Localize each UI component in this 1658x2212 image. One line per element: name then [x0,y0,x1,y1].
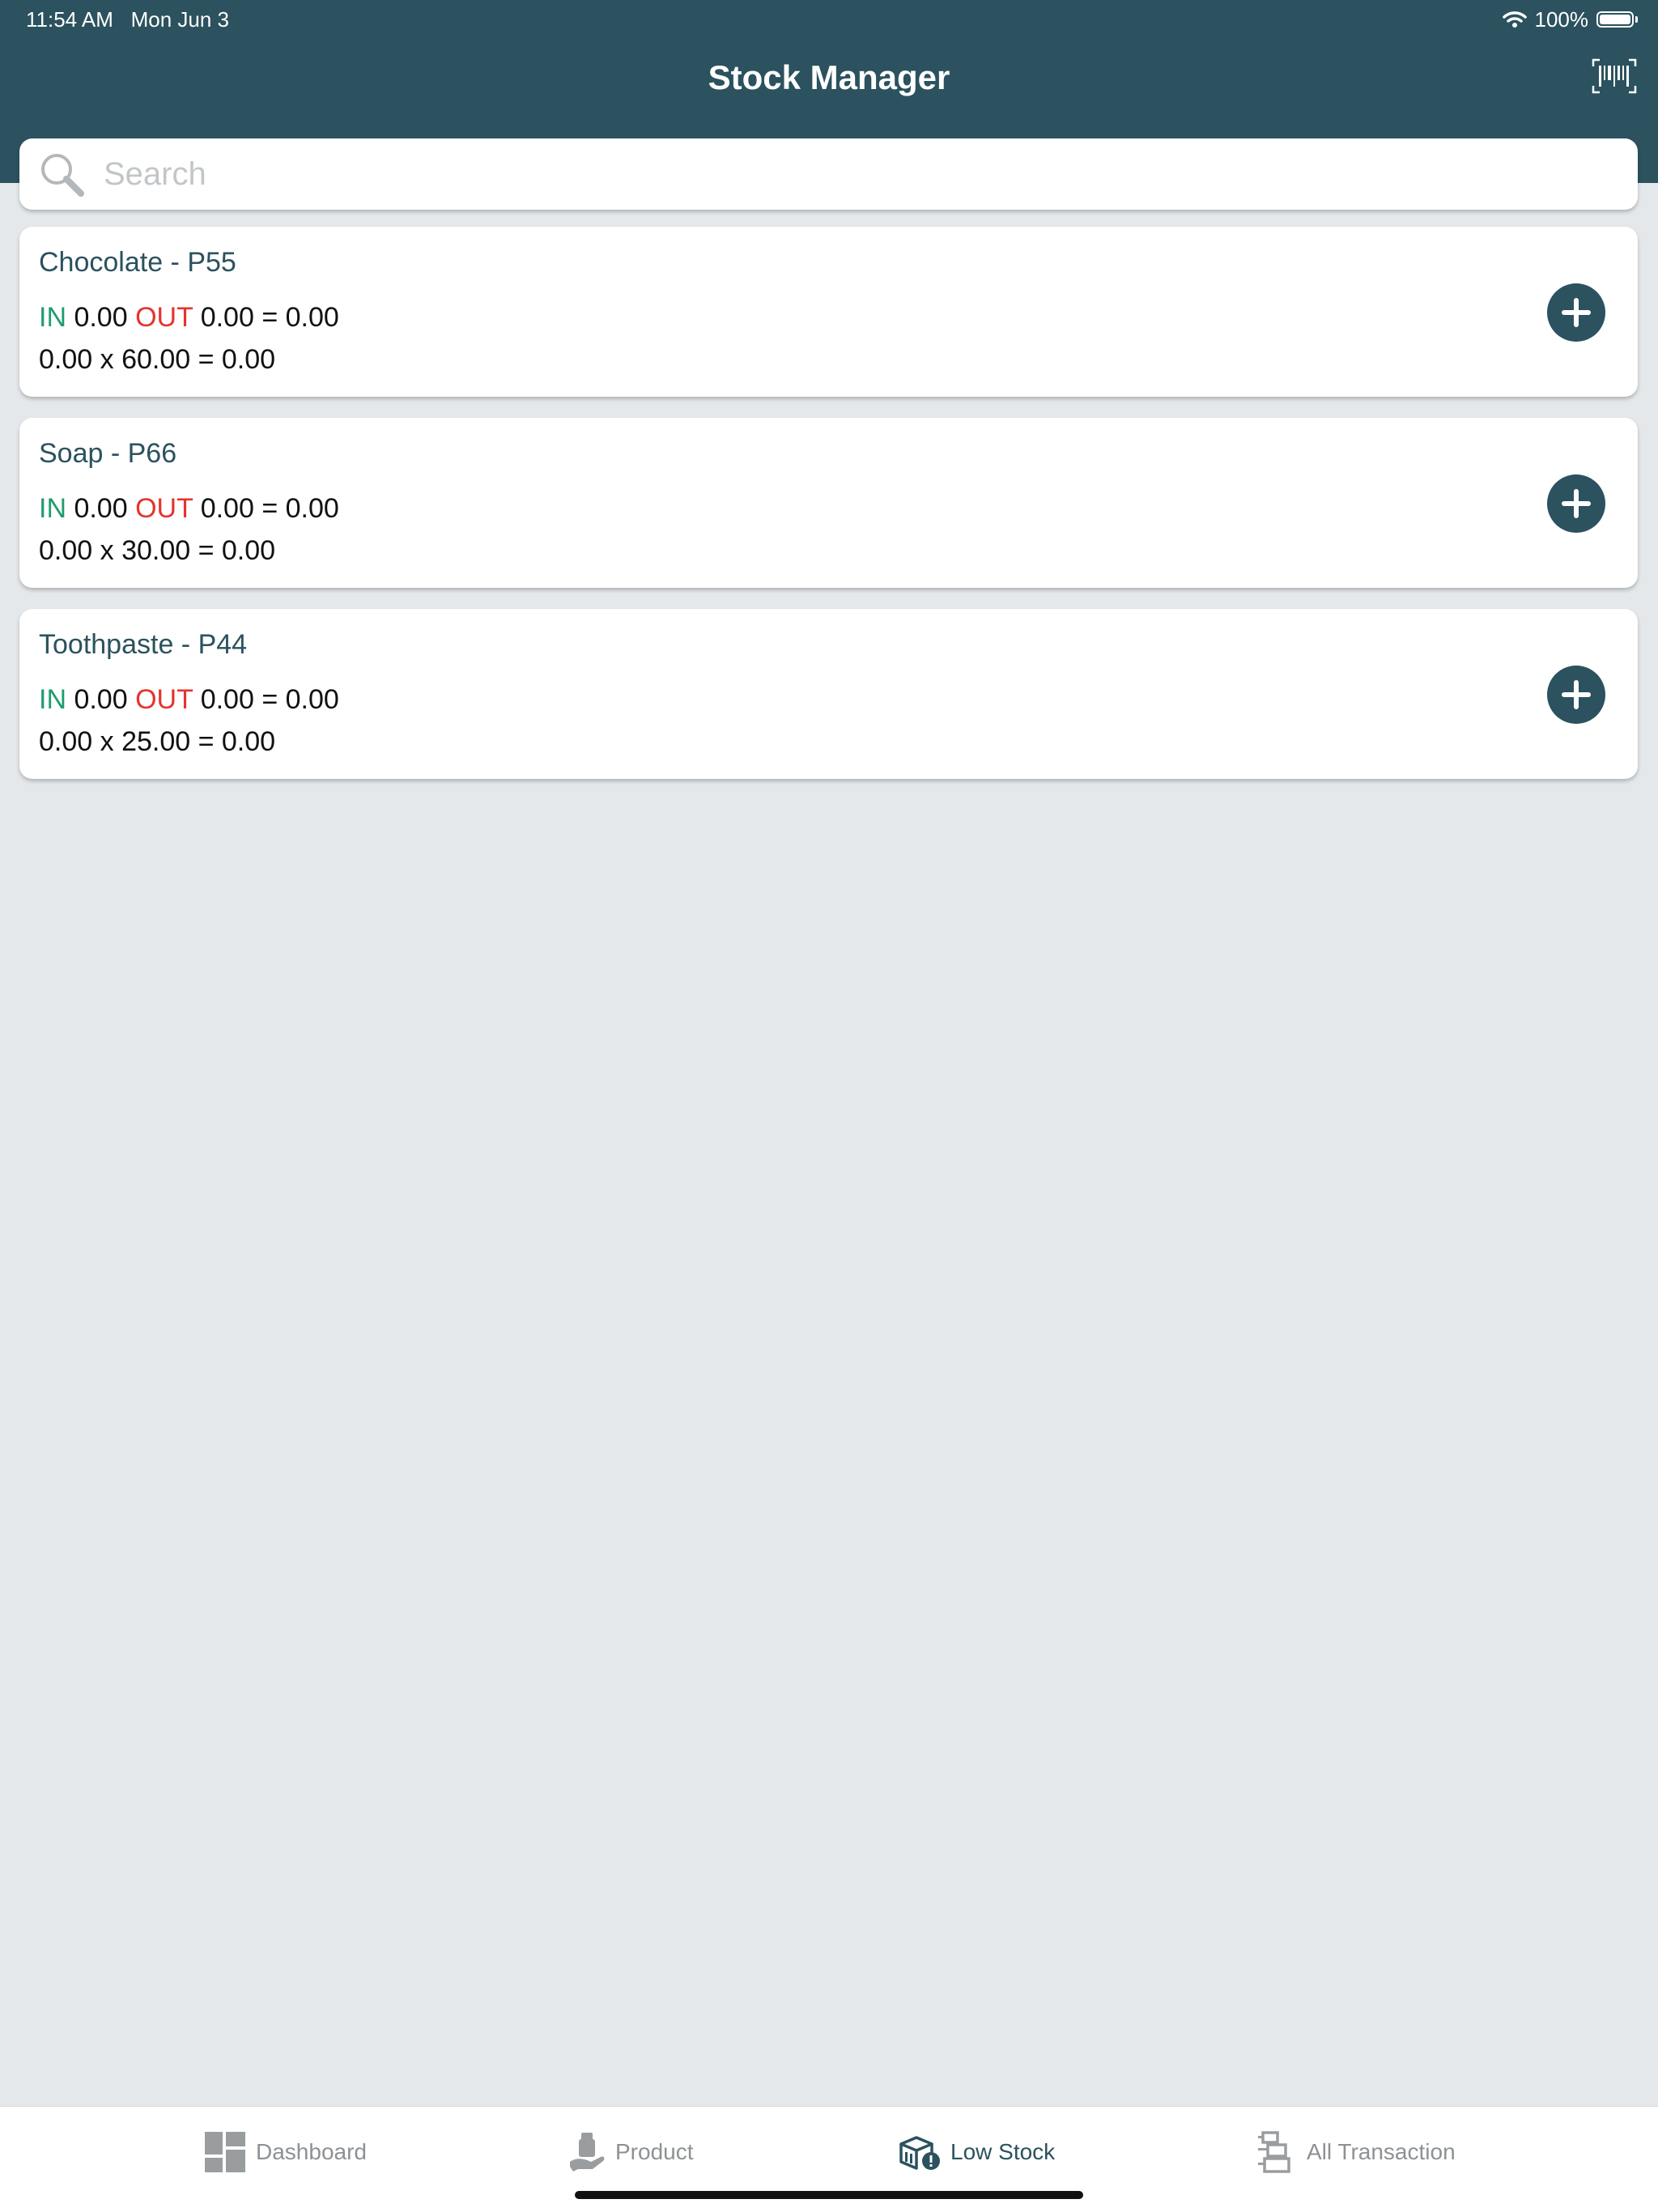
in-value: 0.00 [74,493,128,524]
search-input[interactable] [104,150,1609,198]
tab-product[interactable]: Product [568,2129,694,2175]
status-time-date: 11:54 AM Mon Jun 3 [26,6,229,32]
search-bar[interactable] [19,138,1638,210]
tab-all-transaction[interactable]: All Transaction [1256,2129,1456,2175]
in-label: IN [39,493,66,524]
home-indicator[interactable] [575,2191,1083,2199]
product-title: Toothpaste - P44 [39,629,248,660]
add-transaction-button[interactable] [1547,283,1605,342]
stock-result: = 0.00 [261,493,339,524]
add-transaction-button[interactable] [1547,666,1605,724]
out-value: 0.00 [200,302,254,333]
product-title: Soap - P66 [39,438,177,469]
barcode-scan-icon[interactable] [1592,58,1637,94]
out-value: 0.00 [200,684,254,715]
stock-result: = 0.00 [261,302,339,333]
low-stock-icon [899,2136,940,2170]
in-label: IN [39,302,66,333]
stock-value-calc: 0.00 x 60.00 = 0.00 [39,344,276,375]
battery-icon [1596,11,1638,28]
tab-label: All Transaction [1307,2139,1456,2164]
product-card[interactable]: Chocolate - P55 IN 0.00 OUT 0.00 = 0.00 … [19,227,1638,397]
product-icon [570,2133,605,2172]
stock-in-out: IN 0.00 OUT 0.00 = 0.00 [39,300,339,335]
transaction-icon [1258,2131,1290,2173]
status-date: Mon Jun 3 [130,7,230,32]
tab-label: Dashboard [256,2139,367,2164]
in-value: 0.00 [74,684,128,715]
wifi-icon [1502,11,1527,28]
stock-in-out: IN 0.00 OUT 0.00 = 0.00 [39,682,339,717]
stock-value-calc: 0.00 x 30.00 = 0.00 [39,535,276,566]
tab-label: Product [615,2139,694,2164]
stock-result: = 0.00 [261,684,339,715]
battery-percent: 100% [1534,6,1589,32]
stock-in-out: IN 0.00 OUT 0.00 = 0.00 [39,491,339,526]
out-label: OUT [135,493,193,524]
add-transaction-button[interactable] [1547,474,1605,533]
stock-value-calc: 0.00 x 25.00 = 0.00 [39,726,276,757]
status-time: 11:54 AM [26,7,113,32]
product-title: Chocolate - P55 [39,247,236,278]
in-label: IN [39,684,66,715]
product-card[interactable]: Toothpaste - P44 IN 0.00 OUT 0.00 = 0.00… [19,609,1638,779]
tab-dashboard[interactable]: Dashboard [204,2129,367,2175]
page-title: Stock Manager [708,58,950,96]
product-card[interactable]: Soap - P66 IN 0.00 OUT 0.00 = 0.00 0.00 … [19,418,1638,588]
search-icon [41,154,84,197]
dashboard-icon [205,2132,245,2172]
status-indicators: 100% [1502,6,1638,32]
in-value: 0.00 [74,302,128,333]
tab-low-stock[interactable]: Low Stock [899,2129,1055,2175]
out-label: OUT [135,302,193,333]
out-value: 0.00 [200,493,254,524]
out-label: OUT [135,684,193,715]
tab-label: Low Stock [950,2139,1056,2164]
